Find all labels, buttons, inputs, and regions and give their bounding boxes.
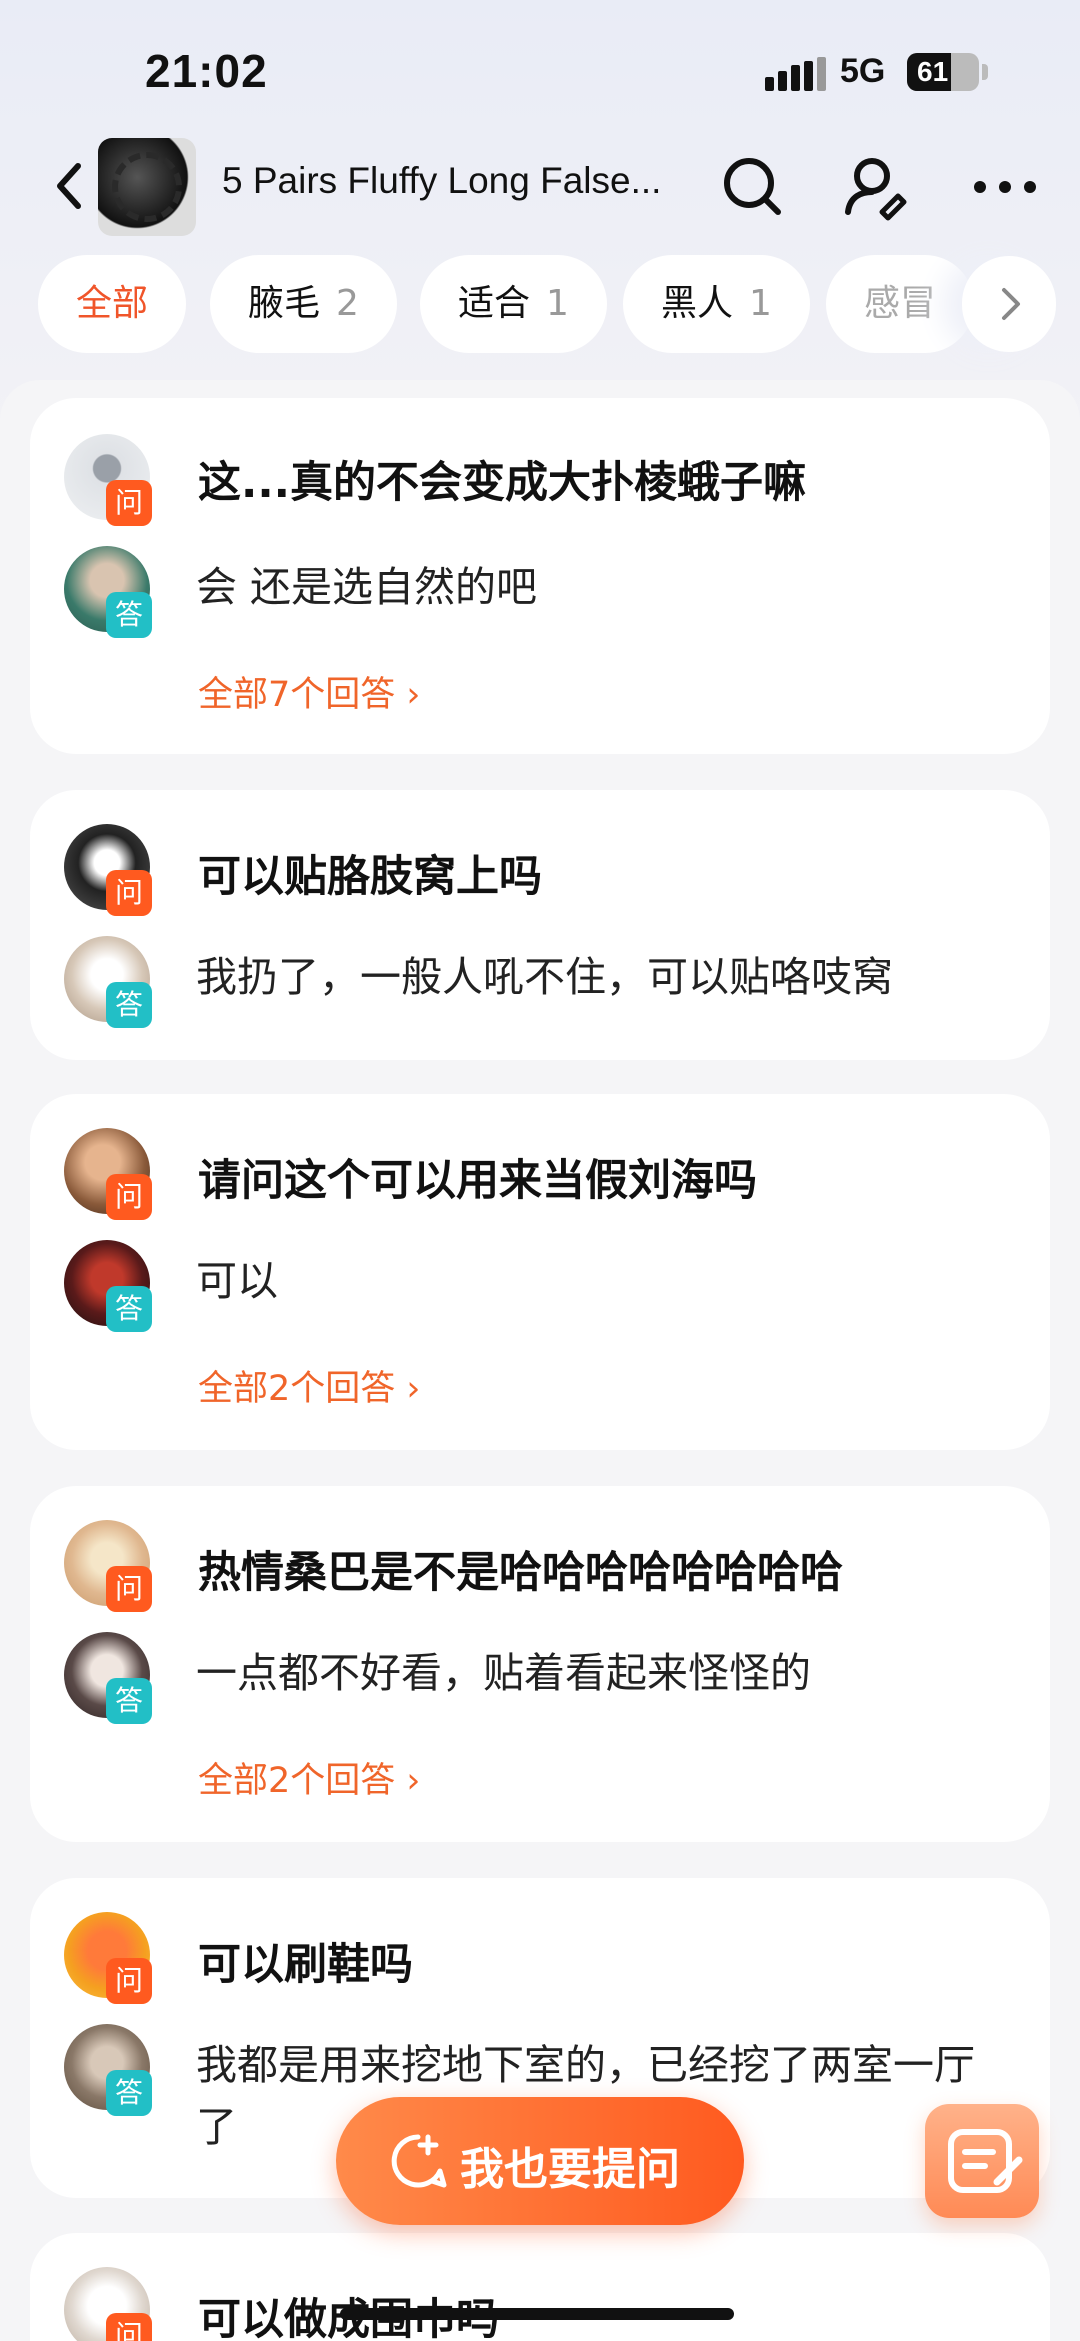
question-badge: 问 xyxy=(106,870,152,916)
question-text: 可以贴胳肢窝上吗 xyxy=(198,852,542,902)
question-text: 请问这个可以用来当假刘海吗 xyxy=(198,1156,757,1206)
network-label: 5G xyxy=(840,52,886,90)
tab-label: 腋毛 xyxy=(248,283,321,324)
write-button[interactable] xyxy=(925,2104,1039,2218)
all-answers-link[interactable]: 全部2个回答 › xyxy=(198,1752,420,1803)
tab-count: 1 xyxy=(546,283,569,324)
signal-icon xyxy=(765,57,826,91)
question-text: 可以刷鞋吗 xyxy=(198,1940,413,1990)
tab-cold[interactable]: 感冒 xyxy=(826,255,975,353)
tabs-more-button[interactable] xyxy=(962,256,1056,352)
tab-label: 全部 xyxy=(76,283,149,324)
answerer-avatar: 答 xyxy=(64,546,152,638)
asker-avatar: 问 xyxy=(64,1912,152,2004)
more-button[interactable] xyxy=(970,152,1040,222)
back-button[interactable] xyxy=(48,156,98,216)
qa-card[interactable]: 问 请问这个可以用来当假刘海吗 答 可以 全部2个回答 › xyxy=(30,1094,1050,1450)
battery-level: 61 xyxy=(917,56,949,87)
home-indicator xyxy=(340,2308,734,2320)
product-thumbnail[interactable] xyxy=(98,138,196,236)
tab-all[interactable]: 全部 xyxy=(38,255,187,353)
qa-card[interactable]: 问 热情桑巴是不是哈哈哈哈哈哈哈哈 答 一点都不好看，贴着看起来怪怪的 全部2个… xyxy=(30,1486,1050,1842)
nav-bar: 5 Pairs Fluffy Long False... xyxy=(0,130,1080,240)
answerer-avatar: 答 xyxy=(64,2024,152,2116)
battery-icon: 61 xyxy=(907,53,979,91)
qa-feed: 问 这...真的不会变成大扑棱蛾子嘛 答 会 还是选自然的吧 全部7个回答 › … xyxy=(0,380,1080,2341)
ask-question-button[interactable]: 我也要提问 xyxy=(336,2097,744,2225)
asker-avatar: 问 xyxy=(64,1520,152,1612)
user-expert-button[interactable] xyxy=(840,152,910,222)
question-badge: 问 xyxy=(106,1566,152,1612)
chevron-right-icon xyxy=(1002,288,1020,320)
more-dots-icon xyxy=(974,181,1036,193)
note-edit-icon xyxy=(948,2129,1023,2193)
question-badge: 问 xyxy=(106,1174,152,1220)
answer-badge: 答 xyxy=(106,1678,152,1724)
question-badge: 问 xyxy=(106,2313,152,2341)
asker-avatar: 问 xyxy=(64,2267,152,2341)
question-text: 热情桑巴是不是哈哈哈哈哈哈哈哈 xyxy=(198,1548,843,1598)
answer-badge: 答 xyxy=(106,1286,152,1332)
tab-suitable[interactable]: 适合 1 xyxy=(420,255,607,353)
all-answers-link[interactable]: 全部7个回答 › xyxy=(198,666,420,717)
tab-label: 黑人 xyxy=(661,283,734,324)
ask-question-label: 我也要提问 xyxy=(460,2144,680,2195)
question-badge: 问 xyxy=(106,1958,152,2004)
question-text: 这...真的不会变成大扑棱蛾子嘛 xyxy=(198,458,807,508)
tab-black-people[interactable]: 黑人 1 xyxy=(623,255,810,353)
answer-badge: 答 xyxy=(106,982,152,1028)
asker-avatar: 问 xyxy=(64,824,152,916)
qa-card[interactable]: 问 可以贴胳肢窝上吗 答 我扔了，一般人吼不住，可以贴咯吱窝 xyxy=(30,790,1050,1060)
chevron-left-icon xyxy=(57,163,81,209)
answerer-avatar: 答 xyxy=(64,1240,152,1332)
battery-tip xyxy=(982,64,988,80)
answer-text: 一点都不好看，贴着看起来怪怪的 xyxy=(196,1649,811,1697)
search-icon xyxy=(724,158,781,215)
search-button[interactable] xyxy=(718,152,788,222)
qa-card[interactable]: 问 这...真的不会变成大扑棱蛾子嘛 答 会 还是选自然的吧 全部7个回答 › xyxy=(30,398,1050,754)
tab-label: 适合 xyxy=(458,283,531,324)
all-answers-link[interactable]: 全部2个回答 › xyxy=(198,1360,420,1411)
answerer-avatar: 答 xyxy=(64,936,152,1028)
answerer-avatar: 答 xyxy=(64,1632,152,1724)
add-question-icon xyxy=(391,2134,447,2188)
tab-count: 2 xyxy=(336,283,359,324)
answer-text: 我扔了，一般人吼不住，可以贴咯吱窝 xyxy=(196,953,893,1001)
product-title[interactable]: 5 Pairs Fluffy Long False... xyxy=(222,160,661,202)
tab-count: 1 xyxy=(749,283,772,324)
filter-tabs: 全部 腋毛 2 适合 1 黑人 1 感冒 xyxy=(38,255,1058,355)
question-badge: 问 xyxy=(106,480,152,526)
answer-badge: 答 xyxy=(106,2070,152,2116)
user-edit-icon xyxy=(845,158,907,221)
qa-card[interactable]: 问 可以做成围巾吗 xyxy=(30,2233,1050,2341)
answer-text: 可以 xyxy=(196,1257,278,1305)
tab-label: 感冒 xyxy=(864,283,937,324)
status-bar: 21:02 5G 61 xyxy=(0,0,1080,130)
status-time: 21:02 xyxy=(145,45,268,97)
answer-badge: 答 xyxy=(106,592,152,638)
asker-avatar: 问 xyxy=(64,434,152,526)
asker-avatar: 问 xyxy=(64,1128,152,1220)
answer-text: 会 还是选自然的吧 xyxy=(196,563,538,611)
tab-armpit-hair[interactable]: 腋毛 2 xyxy=(210,255,397,353)
